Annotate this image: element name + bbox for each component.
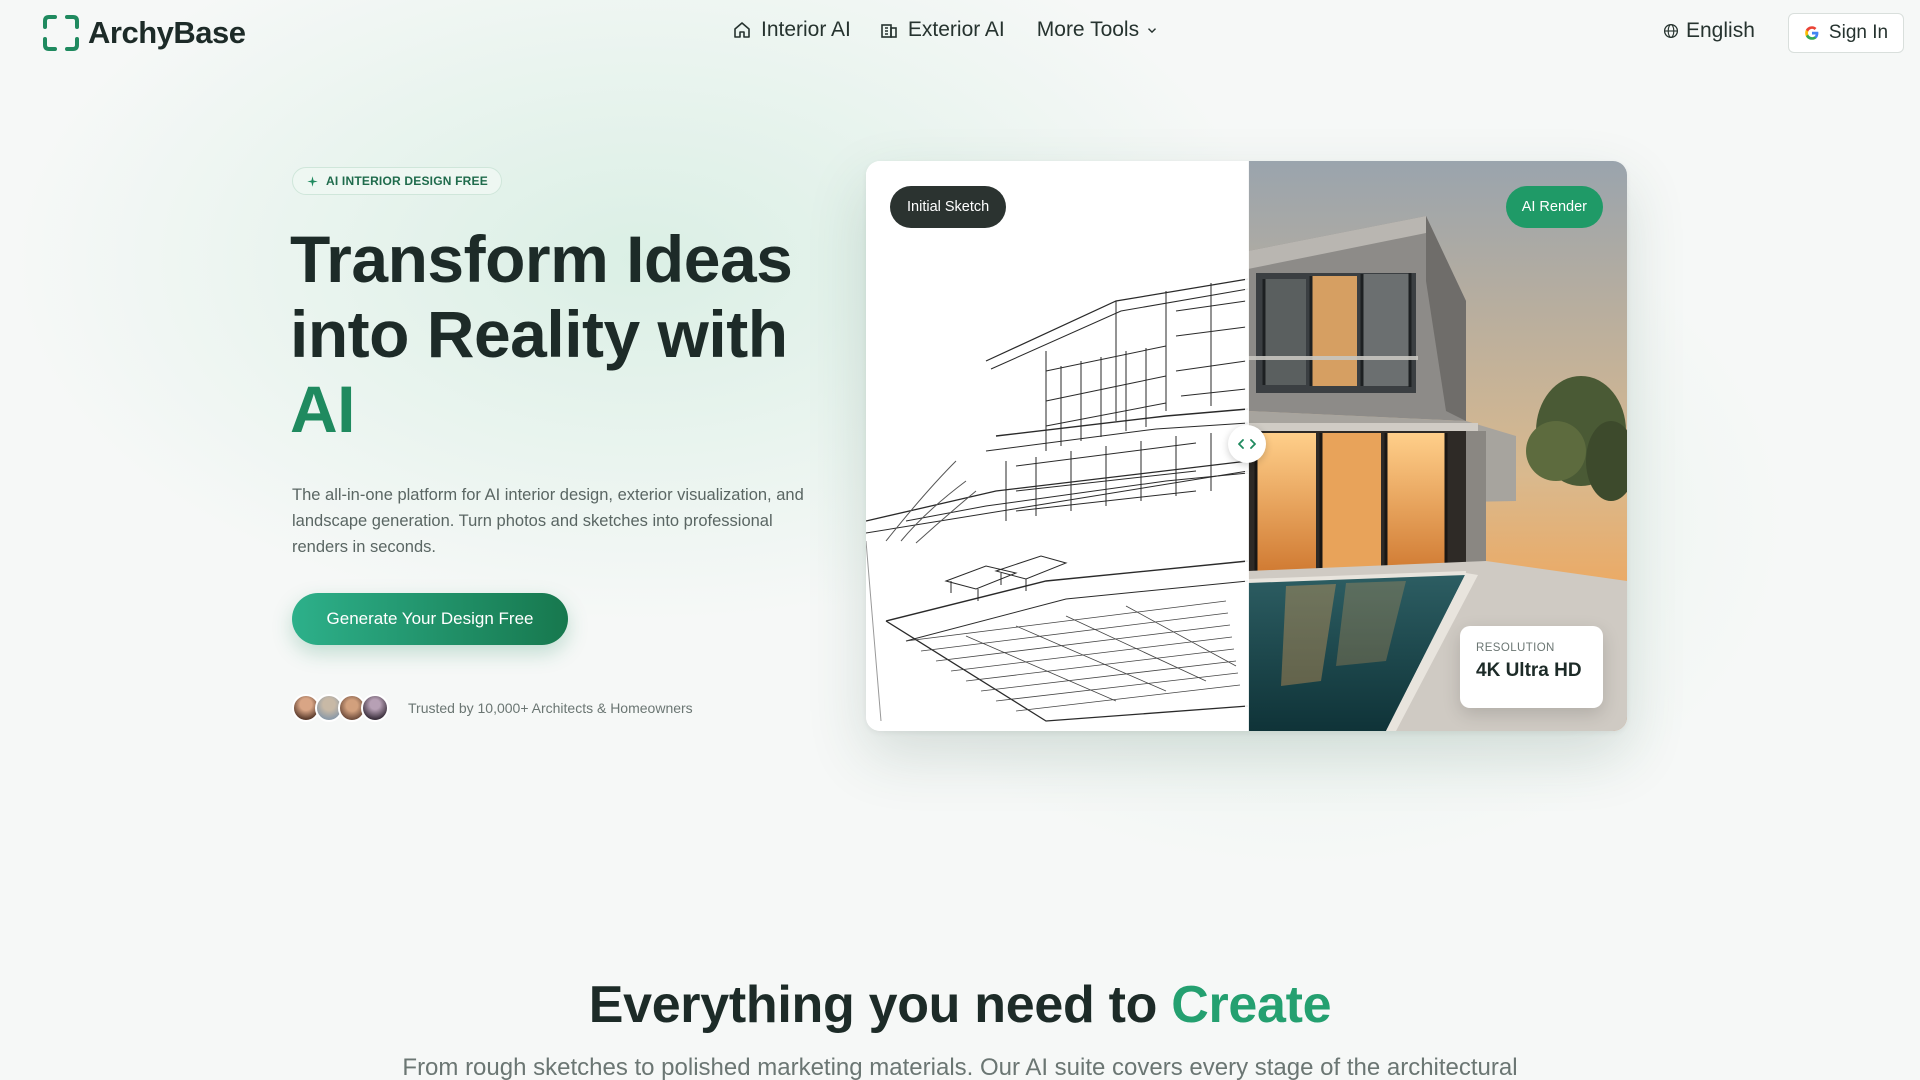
sparkle-icon <box>307 175 318 187</box>
before-after-comparison[interactable]: Initial Sketch AI Render RESOLUTION 4K U… <box>866 161 1627 731</box>
brand-logo[interactable]: ArchyBase <box>42 14 246 52</box>
chevron-down-icon <box>1148 28 1157 34</box>
sketch-drawing <box>866 161 1249 731</box>
language-selector[interactable]: English <box>1663 19 1755 43</box>
sign-in-label: Sign In <box>1828 22 1889 43</box>
hero-title-line-2: into Reality with <box>290 297 788 371</box>
nav-item-label: Interior AI <box>761 18 851 41</box>
hero-description: The all-in-one platform for AI interior … <box>292 486 804 556</box>
hero-tag-label: AI INTERIOR DESIGN FREE <box>326 174 488 188</box>
hero-title-line-1: Transform Ideas <box>290 222 793 296</box>
brand-name: ArchyBase <box>88 15 246 50</box>
features-section-subtitle: From rough sketches to polished marketin… <box>402 1054 1518 1080</box>
resolution-label: RESOLUTION <box>1476 642 1555 654</box>
arrows-left-right-icon <box>1238 439 1256 449</box>
avatar-group <box>292 694 389 722</box>
initial-sketch-badge: Initial Sketch <box>890 186 1007 228</box>
features-section-title: Everything you need to Create <box>0 975 1920 1035</box>
comparison-slider-handle[interactable] <box>1228 425 1266 463</box>
features-title-accent: Create <box>1171 976 1332 1034</box>
nav-item-label: More Tools <box>1036 18 1140 41</box>
nav-item-label: Exterior AI <box>907 18 1005 41</box>
hero-title-accent: AI <box>290 372 356 446</box>
sign-in-button[interactable]: Sign In <box>1788 13 1904 53</box>
resolution-card: RESOLUTION 4K Ultra HD <box>1460 626 1603 708</box>
avatar <box>361 694 389 722</box>
top-navigation: ArchyBase Interior AI Exterior AI More T… <box>0 0 1920 66</box>
trust-row: Trusted by 10,000+ Architects & Homeowne… <box>292 694 693 722</box>
language-label: English <box>1686 19 1755 42</box>
main-nav: Interior AI Exterior AI More Tools <box>732 18 1159 42</box>
hero-tag-pill: AI INTERIOR DESIGN FREE <box>292 167 502 195</box>
google-icon <box>1805 26 1819 40</box>
home-icon <box>734 22 750 38</box>
resolution-value: 4K Ultra HD <box>1476 660 1582 681</box>
generate-design-button[interactable]: Generate Your Design Free <box>292 593 568 645</box>
nav-item-more-tools[interactable]: More Tools <box>1037 18 1159 42</box>
globe-icon <box>1663 23 1679 39</box>
logo-icon <box>42 14 80 52</box>
trust-text: Trusted by 10,000+ Architects & Homeowne… <box>408 700 693 716</box>
nav-item-exterior-ai[interactable]: Exterior AI <box>879 18 1005 42</box>
building-icon <box>881 24 897 38</box>
nav-item-interior-ai[interactable]: Interior AI <box>732 18 851 42</box>
hero-title: Transform Ideas into Reality with AI <box>290 222 850 447</box>
features-title-main: Everything you need to <box>588 976 1172 1034</box>
ai-render-badge: AI Render <box>1505 186 1603 228</box>
